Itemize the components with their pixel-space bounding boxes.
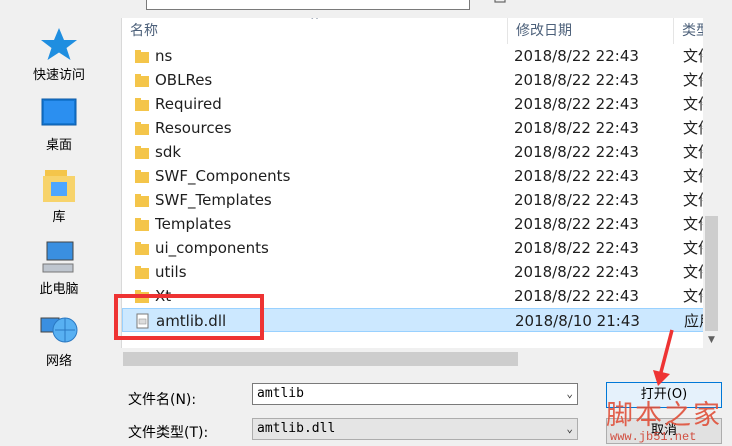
nav-item-desktop[interactable]: 桌面 [14,96,104,153]
folder-icon [135,146,149,159]
cell-type: 文件夹 [683,167,704,185]
network-icon [40,317,78,343]
cell-date: 2018/8/22 22:43 [514,215,639,233]
cell-type: 文件夹 [683,47,704,65]
view-options-icon[interactable] [494,0,510,4]
filename-value: amtlib [257,386,304,401]
cell-date: 2018/8/22 22:43 [514,71,639,89]
filetype-label: 文件类型(T): [128,425,209,441]
nav-item-this-pc[interactable]: 此电脑 [14,240,104,297]
cell-type: 文件夹 [683,287,704,305]
scroll-down-icon[interactable]: ▼ [703,333,720,347]
cell-type: 文件夹 [683,191,704,209]
folder-icon [135,170,149,183]
folder-icon [135,50,149,63]
table-row[interactable]: Required 2018/8/22 22:43 文件夹 [122,92,704,116]
cell-name: utils [155,263,187,281]
filetype-value: amtlib.dll [257,421,336,436]
red-arrow-annotation-icon [653,329,674,386]
nav-label: 库 [52,210,66,225]
watermark-url: www.jb51.net [610,430,697,444]
filename-input[interactable]: amtlib ⌄ [252,383,578,405]
cell-type: 文件夹 [683,215,704,233]
folder-icon [135,122,149,135]
library-icon [43,170,75,202]
cell-name: ui_components [155,239,269,257]
nav-item-quick-access[interactable]: 快速访问 [14,26,104,83]
highlight-box [114,294,264,340]
cell-type: 文件夹 [683,263,704,281]
cell-date: 2018/8/22 22:43 [514,239,639,257]
cell-date: 2018/8/22 22:43 [514,119,639,137]
folder-icon [135,74,149,87]
nav-label: 网络 [45,354,72,369]
cell-date: 2018/8/22 22:43 [514,95,639,113]
nav-label: 桌面 [45,138,72,153]
nav-label: 此电脑 [39,282,79,297]
cell-date: 2018/8/22 22:43 [514,143,639,161]
cell-name: SWF_Templates [155,191,272,209]
cell-date: 2018/8/10 21:43 [515,312,640,330]
cell-date: 2018/8/22 22:43 [514,263,639,281]
cell-type: 文件夹 [683,95,704,113]
computer-icon [42,241,74,273]
table-row[interactable]: SWF_Components 2018/8/22 22:43 文件夹 [122,164,704,188]
filetype-select[interactable]: amtlib.dll ⌄ [252,418,578,440]
cell-date: 2018/8/22 22:43 [514,287,639,305]
cell-name: sdk [155,143,182,161]
cell-type: 文件夹 [683,119,704,137]
cell-name: Resources [155,119,232,137]
folder-icon [135,218,149,231]
cell-type: 文件夹 [683,71,704,89]
folder-icon [135,242,149,255]
folder-icon [135,194,149,207]
cell-name: Templates [155,215,232,233]
table-row[interactable]: ui_components 2018/8/22 22:43 文件夹 [122,236,704,260]
chevron-down-icon[interactable]: ⌄ [566,384,573,404]
nav-item-library[interactable]: 库 [14,168,104,225]
table-row[interactable]: OBLRes 2018/8/22 22:43 文件夹 [122,68,704,92]
cell-date: 2018/8/22 22:43 [514,167,639,185]
column-header-type[interactable]: 类型 [674,18,704,44]
table-row[interactable]: ns 2018/8/22 22:43 文件夹 [122,44,704,68]
folder-icon [135,98,149,111]
cell-name: Required [155,95,222,113]
table-row[interactable]: Templates 2018/8/22 22:43 文件夹 [122,212,704,236]
watermark-title: 脚本之家 [606,400,722,431]
horizontal-scroll-thumb[interactable] [123,352,518,366]
table-row[interactable]: utils 2018/8/22 22:43 文件夹 [122,260,704,284]
cell-type: 文件夹 [683,143,704,161]
nav-label: 快速访问 [32,68,85,83]
column-header-date[interactable]: 修改日期 [508,18,674,44]
table-row[interactable]: SWF_Templates 2018/8/22 22:43 文件夹 [122,188,704,212]
table-row[interactable]: sdk 2018/8/22 22:43 文件夹 [122,140,704,164]
path-input[interactable] [146,0,470,10]
sort-ascending-icon: ^ [310,18,320,27]
cell-date: 2018/8/22 22:43 [514,47,639,65]
cell-name: SWF_Components [155,167,291,185]
cell-type: 文件夹 [683,239,704,257]
folder-icon [135,266,149,279]
cell-date: 2018/8/22 22:43 [514,191,639,209]
cell-name: OBLRes [155,71,213,89]
chevron-down-icon[interactable]: ⌄ [566,419,573,439]
desktop-icon [41,98,77,126]
table-row[interactable]: Resources 2018/8/22 22:43 文件夹 [122,116,704,140]
cell-name: ns [155,47,173,65]
cell-type: 应用程序扩展 [684,312,704,330]
filename-label: 文件名(N): [128,392,197,408]
nav-item-network[interactable]: 网络 [14,312,104,369]
vertical-scroll-thumb[interactable] [705,216,718,331]
star-icon [41,28,77,60]
